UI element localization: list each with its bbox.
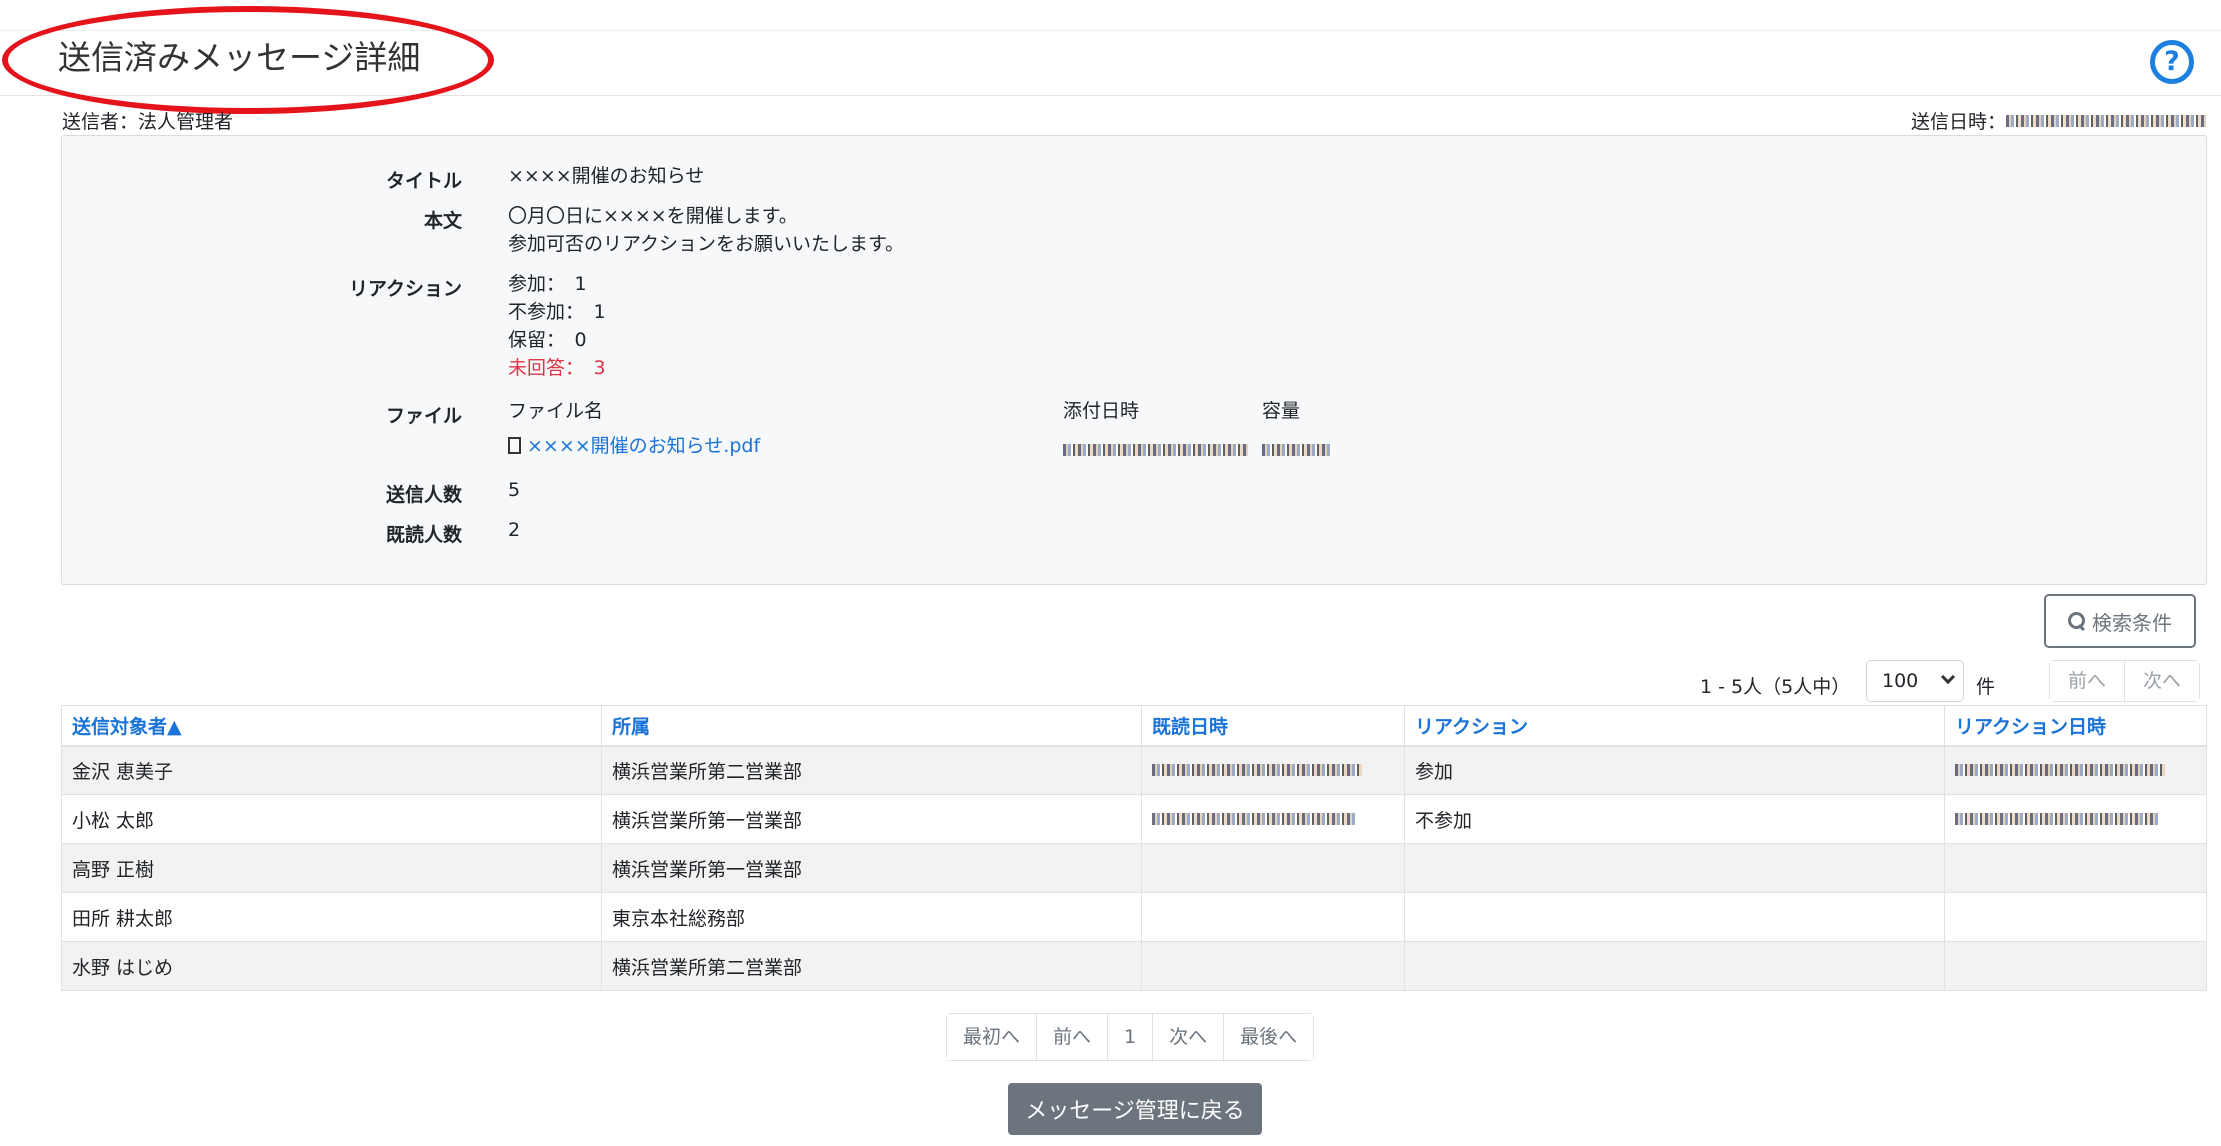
col-reaction[interactable]: リアクション [1404, 705, 1945, 747]
body-text: 〇月〇日に××××を開催します。 参加可否のリアクションをお願いいたします。 [508, 202, 904, 258]
per-page-value: 100 [1882, 670, 1919, 692]
reaction-summary: 参加： 1 不参加： 1 保留： 0 未回答： 3 [508, 270, 606, 382]
sender-info: 送信者：法人管理者 [62, 111, 234, 133]
next-page-button[interactable]: 次へ [2124, 661, 2200, 701]
cell-dept: 横浜営業所第一営業部 [601, 843, 1142, 893]
message-detail-panel: タイトル ××××開催のお知らせ 本文 〇月〇日に××××を開催します。 参加可… [61, 135, 2207, 585]
file-entry: ××××開催のお知らせ.pdf [508, 432, 760, 460]
cell-reaction-at [1944, 843, 2207, 893]
file-label: ファイル [385, 405, 462, 427]
table-header-row: 送信対象者▲ 所属 既読日時 リアクション リアクション日時 [61, 705, 2207, 747]
file-col-name: ファイル名 [508, 400, 604, 422]
recipients-table: 送信対象者▲ 所属 既読日時 リアクション リアクション日時 金沢 恵美子 横浜… [61, 705, 2207, 991]
sent-datetime: 送信日時： [1911, 107, 2206, 134]
prev-page-button[interactable]: 前へ [2050, 661, 2125, 701]
chevron-down-icon [1940, 669, 1956, 685]
file-col-size: 容量 [1262, 400, 1301, 422]
reaction-label: リアクション [348, 278, 462, 300]
next-page-button[interactable]: 次へ [1152, 1014, 1224, 1060]
first-page-button[interactable]: 最初へ [947, 1014, 1037, 1060]
body-line: 参加可否のリアクションをお願いいたします。 [508, 233, 905, 255]
redacted-datetime [1955, 813, 2160, 825]
cell-dept: 横浜営業所第一営業部 [601, 794, 1142, 844]
col-read-at[interactable]: 既読日時 [1141, 705, 1405, 747]
table-row: 田所 耕太郎 東京本社総務部 [61, 892, 2207, 942]
page-number-button[interactable]: 1 [1107, 1014, 1153, 1060]
cell-reaction [1404, 892, 1945, 942]
reaction-count-hold: 保留： 0 [508, 329, 587, 351]
redacted-file-size [1262, 444, 1332, 456]
cell-dept: 東京本社総務部 [601, 892, 1142, 942]
question-circle-icon[interactable]: ? [2150, 40, 2194, 84]
cell-read-at [1141, 843, 1405, 893]
cell-reaction-at [1944, 892, 2207, 942]
title-label: タイトル [385, 170, 462, 192]
reaction-count-decline: 不参加： 1 [508, 301, 606, 323]
redacted-datetime [1955, 764, 2165, 777]
cell-reaction: 不参加 [1404, 794, 1945, 844]
cell-name: 水野 はじめ [61, 941, 602, 991]
cell-name: 小松 太郎 [61, 794, 602, 844]
cell-name: 金沢 恵美子 [61, 745, 602, 795]
prev-page-button[interactable]: 前へ [1036, 1014, 1108, 1060]
redacted-datetime [1152, 813, 1357, 825]
cell-read-at [1141, 892, 1405, 942]
reaction-count-unanswered: 未回答： 3 [508, 357, 606, 379]
read-count-label: 既読人数 [385, 524, 462, 546]
col-recipient[interactable]: 送信対象者▲ [61, 705, 602, 747]
cell-reaction [1404, 941, 1945, 991]
file-link[interactable]: ××××開催のお知らせ.pdf [527, 435, 760, 457]
sent-datetime-label: 送信日時： [1910, 111, 2006, 133]
cell-dept: 横浜営業所第二営業部 [601, 745, 1142, 795]
back-to-message-management-button[interactable]: メッセージ管理に戻る [1008, 1083, 1262, 1135]
cell-reaction-at [1944, 745, 2207, 795]
cell-read-at [1141, 941, 1405, 991]
table-row: 金沢 恵美子 横浜営業所第二営業部 参加 [61, 745, 2207, 795]
per-page-select[interactable]: 100 [1866, 660, 1964, 702]
cell-reaction: 参加 [1404, 745, 1945, 795]
cell-read-at [1141, 794, 1405, 844]
table-row: 水野 はじめ 横浜営業所第二営業部 [61, 941, 2207, 991]
cell-dept: 横浜営業所第二営業部 [601, 941, 1142, 991]
title-value: ××××開催のお知らせ [508, 165, 705, 187]
search-icon [2068, 612, 2086, 630]
file-icon [508, 437, 521, 454]
body-line: 〇月〇日に××××を開催します。 [508, 205, 798, 227]
col-department[interactable]: 所属 [601, 705, 1142, 747]
redacted-datetime [1152, 764, 1362, 777]
result-count: 1 - 5人（5人中） [1700, 676, 1851, 698]
reaction-count-join: 参加： 1 [508, 273, 587, 295]
file-col-date: 添付日時 [1063, 400, 1140, 422]
sent-count-value: 5 [508, 479, 521, 501]
cell-reaction-at [1944, 941, 2207, 991]
search-conditions-label: 検索条件 [2092, 610, 2172, 635]
highlight-annotation [2, 6, 494, 114]
search-conditions-button[interactable]: 検索条件 [2044, 594, 2196, 648]
col-reaction-at[interactable]: リアクション日時 [1944, 705, 2207, 747]
cell-name: 高野 正樹 [61, 843, 602, 893]
bottom-pagination: 最初へ 前へ 1 次へ 最後へ [946, 1013, 1315, 1061]
cell-name: 田所 耕太郎 [61, 892, 602, 942]
redacted-attach-date [1063, 444, 1248, 456]
table-row: 小松 太郎 横浜営業所第一営業部 不参加 [61, 794, 2207, 844]
sent-count-label: 送信人数 [385, 484, 462, 506]
cell-reaction [1404, 843, 1945, 893]
cell-read-at [1141, 745, 1405, 795]
table-row: 高野 正樹 横浜営業所第一営業部 [61, 843, 2207, 893]
body-label: 本文 [423, 210, 462, 232]
top-pagination: 前へ 次へ [2049, 660, 2201, 702]
per-page-unit: 件 [1976, 676, 1996, 698]
last-page-button[interactable]: 最後へ [1223, 1014, 1314, 1060]
read-count-value: 2 [508, 519, 521, 541]
redacted-datetime [2006, 114, 2206, 127]
cell-reaction-at [1944, 794, 2207, 844]
